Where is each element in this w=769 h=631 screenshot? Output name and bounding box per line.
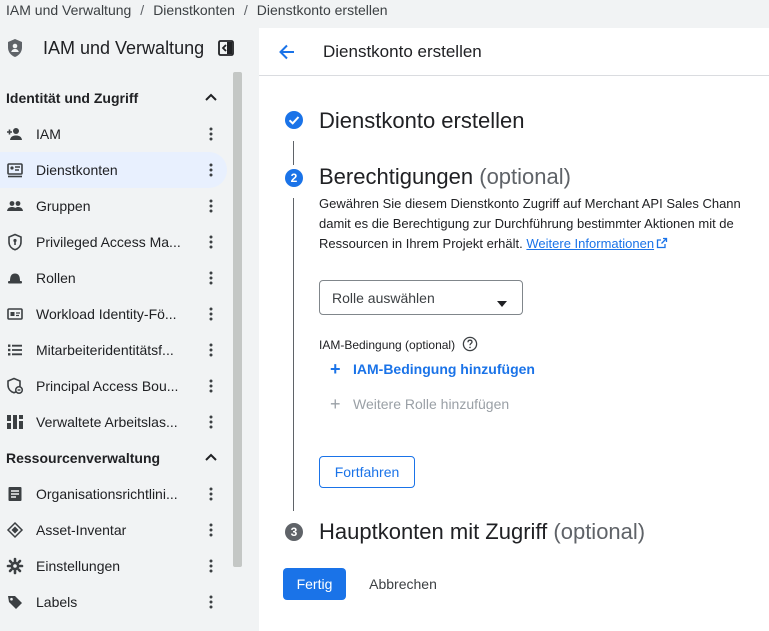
sidebar-item-label: Organisationsrichtlini... (36, 486, 178, 502)
step-2-title: Berechtigungen (optional) (319, 164, 571, 189)
group-icon (6, 197, 24, 215)
permissions-description: Gewähren Sie diesem Dienstkonto Zugriff … (319, 196, 741, 251)
list-icon (6, 341, 24, 359)
learn-more-link[interactable]: Weitere Informationen (526, 236, 654, 251)
step-1-check-icon (285, 111, 303, 129)
privileged-shield-icon (6, 233, 24, 251)
breadcrumb-separator: / (140, 2, 145, 18)
role-select-value: Rolle auswählen (332, 290, 435, 306)
sidebar-item-roles[interactable]: Rollen (0, 260, 227, 296)
asset-diamond-icon (6, 521, 24, 539)
step-2-number: 2 (285, 169, 303, 187)
step-3-number: 3 (285, 523, 303, 541)
more-vert-icon[interactable] (203, 341, 219, 359)
sidebar-header: IAM und Verwaltung (0, 28, 243, 72)
sidebar-item-service-accounts[interactable]: Dienstkonten (0, 152, 227, 188)
sidebar-item-privileged-access[interactable]: Privileged Access Ma... (0, 224, 227, 260)
more-vert-icon[interactable] (203, 593, 219, 611)
more-vert-icon[interactable] (203, 233, 219, 251)
page-header: Dienstkonto erstellen (259, 28, 769, 76)
role-select[interactable]: Rolle auswählen (319, 280, 523, 315)
sidebar-item-label: Verwaltete Arbeitslas... (36, 414, 178, 430)
more-vert-icon[interactable] (203, 197, 219, 215)
section-label: Identität und Zugriff (6, 90, 139, 106)
more-vert-icon[interactable] (203, 485, 219, 503)
shield-icon (6, 38, 24, 63)
more-vert-icon[interactable] (203, 521, 219, 539)
sidebar-item-label: Asset-Inventar (36, 522, 127, 538)
dropdown-arrow-icon (496, 295, 508, 313)
sidebar-item-label: Privileged Access Ma... (36, 234, 181, 250)
sidebar-item-principal-access[interactable]: Principal Access Bou... (0, 368, 227, 404)
sidebar-item-workload-identity[interactable]: Workload Identity-Fö... (0, 296, 227, 332)
breadcrumb-separator: / (243, 2, 248, 18)
gear-icon (6, 557, 24, 575)
breadcrumb-item-service-accounts[interactable]: Dienstkonten (153, 2, 235, 18)
main-panel: Dienstkonto erstellen Dienstkonto erstel… (259, 28, 769, 631)
step-connector (293, 141, 294, 165)
sidebar-item-managed-workloads[interactable]: Verwaltete Arbeitslas... (0, 404, 227, 440)
section-resource-management[interactable]: Ressourcenverwaltung (0, 440, 232, 476)
breadcrumb-item-current: Dienstkonto erstellen (256, 2, 388, 18)
id-card-icon (6, 305, 24, 323)
principal-shield-icon (6, 377, 24, 395)
more-vert-icon[interactable] (203, 557, 219, 575)
breadcrumb: IAM und Verwaltung / Dienstkonten / Dienstko… (6, 2, 388, 18)
open-in-new-icon (654, 236, 668, 251)
sidebar-item-label: Gruppen (36, 198, 91, 214)
chevron-up-icon[interactable] (204, 90, 218, 109)
page-title: Dienstkonto erstellen (323, 42, 482, 61)
arrow-back-icon[interactable] (277, 42, 297, 67)
roles-hat-icon (6, 269, 24, 287)
done-button[interactable]: Fertig (283, 568, 346, 600)
sidebar-title: IAM und Verwaltung (43, 38, 205, 58)
sidebar-item-label: Labels (36, 594, 78, 610)
sidebar-item-org-policies[interactable]: Organisationsrichtlini... (0, 476, 227, 512)
sidebar-item-iam[interactable]: IAM (0, 116, 227, 152)
sidebar-item-label: IAM (36, 126, 61, 142)
more-vert-icon[interactable] (203, 305, 219, 323)
chevron-up-icon[interactable] (204, 450, 218, 469)
sidebar-item-settings[interactable]: Einstellungen (0, 548, 227, 584)
more-vert-icon[interactable] (203, 125, 219, 143)
breadcrumb-item-iam[interactable]: IAM und Verwaltung (6, 2, 131, 18)
section-identity-access[interactable]: Identität und Zugriff (0, 80, 232, 116)
label-tag-icon (6, 593, 24, 611)
policy-doc-icon (6, 485, 24, 503)
step-3-title[interactable]: Hauptkonten mit Zugriff (optional) (319, 519, 645, 545)
sidebar-item-label: Workload Identity-Fö... (36, 306, 177, 322)
sidebar: IAM und Verwaltung Identität und Zugriff… (0, 28, 243, 631)
sidebar-item-label: Einstellungen (36, 558, 121, 574)
plus-icon: + (330, 394, 341, 414)
workload-grid-icon (6, 413, 24, 431)
person-add-icon (6, 125, 24, 143)
section-label: Ressourcenverwaltung (6, 450, 161, 466)
more-vert-icon[interactable] (203, 413, 219, 431)
plus-icon: + (330, 359, 341, 379)
more-vert-icon[interactable] (203, 269, 219, 287)
continue-button[interactable]: Fortfahren (319, 456, 415, 488)
service-account-icon (6, 161, 24, 179)
step-1-title[interactable]: Dienstkonto erstellen (319, 108, 524, 134)
collapse-sidebar-icon[interactable] (218, 40, 234, 61)
step-connector (293, 198, 294, 511)
sidebar-item-label: Principal Access Bou... (36, 378, 179, 394)
sidebar-scrollbar[interactable] (233, 72, 242, 567)
sidebar-item-label: Rollen (36, 270, 76, 286)
help-icon[interactable] (462, 336, 478, 357)
iam-condition-label: IAM-Bedingung (optional) (319, 338, 456, 352)
cancel-button[interactable]: Abbrechen (359, 568, 447, 600)
sidebar-item-label: Mitarbeiteridentitätsf... (36, 342, 174, 358)
sidebar-item-labels[interactable]: Labels (0, 584, 227, 620)
sidebar-item-asset-inventory[interactable]: Asset-Inventar (0, 512, 227, 548)
more-vert-icon[interactable] (203, 377, 219, 395)
more-vert-icon[interactable] (203, 161, 219, 179)
sidebar-item-label: Dienstkonten (36, 162, 118, 178)
sidebar-item-workforce-identity[interactable]: Mitarbeiteridentitätsf... (0, 332, 227, 368)
sidebar-item-groups[interactable]: Gruppen (0, 188, 227, 224)
